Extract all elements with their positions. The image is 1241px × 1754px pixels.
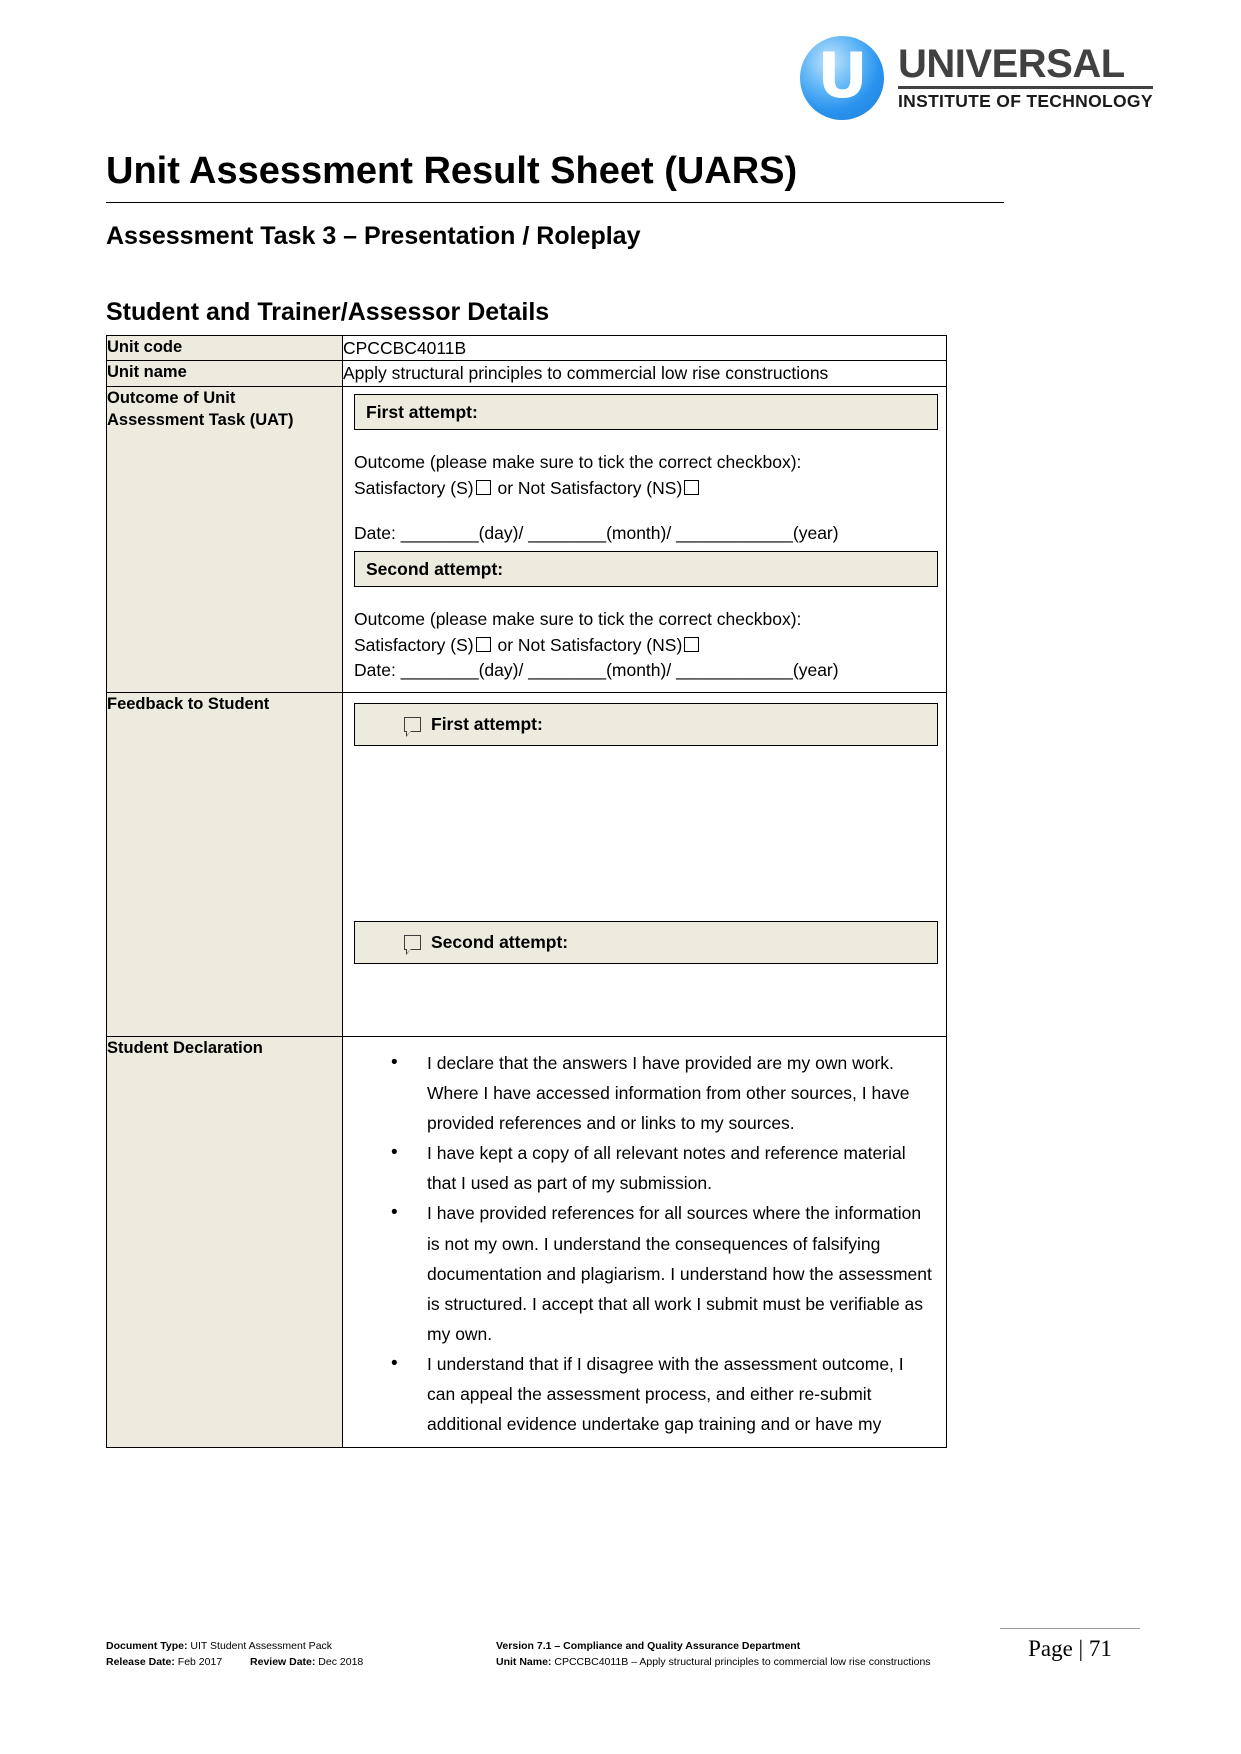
- feedback-second-attempt-label: Second attempt:: [431, 932, 569, 953]
- outcome-instruction-first: Outcome (please make sure to tick the co…: [354, 452, 802, 473]
- outcome-date-row-first: Date: ________(day)/ ________(month)/ __…: [343, 521, 946, 546]
- feedback-first-attempt-input[interactable]: [343, 746, 946, 911]
- list-item: I understand that if I disagree with the…: [391, 1348, 932, 1439]
- outcome-checkbox-row-first: Satisfactory (S) or Not Satisfactory (NS…: [343, 476, 946, 501]
- outcome-instruction-second: Outcome (please make sure to tick the co…: [354, 609, 802, 630]
- footer-release-date-value: Feb 2017: [177, 1656, 223, 1669]
- feedback-second-attempt-bar: Second attempt:: [354, 921, 938, 964]
- footer-review-date-label: Review Date:: [250, 1656, 316, 1669]
- page-footer: Document Type: UIT Student Assessment Pa…: [106, 1638, 1138, 1671]
- page-title: Unit Assessment Result Sheet (UARS): [106, 0, 1004, 203]
- footer-version: Version 7.1 – Compliance and Quality Ass…: [496, 1638, 1016, 1654]
- date-label: Date:: [354, 660, 396, 681]
- page-subtitle: Assessment Task 3 – Presentation / Rolep…: [106, 221, 641, 250]
- unit-code-label: Unit code: [106, 334, 343, 362]
- comment-bubble-icon: [404, 935, 421, 956]
- feedback-label: Feedback to Student: [106, 692, 343, 1037]
- footer-unit-name: Unit Name: CPCCBC4011B – Apply structura…: [496, 1654, 1016, 1670]
- unit-name-value: Apply structural principles to commercia…: [342, 360, 947, 387]
- footer-unit-name-label: Unit Name:: [496, 1656, 552, 1669]
- date-month-blank[interactable]: ________: [528, 660, 606, 680]
- list-item: I have kept a copy of all relevant notes…: [391, 1137, 932, 1198]
- footer-dates: Release Date: Feb 2017 Review Date: Dec …: [106, 1654, 496, 1670]
- date-year-label: (year): [792, 523, 839, 544]
- date-year-blank[interactable]: ____________: [676, 660, 793, 680]
- unit-name-label: Unit name: [106, 360, 343, 387]
- not-satisfactory-label: or Not Satisfactory (NS): [497, 634, 683, 655]
- outcome-label-line2: Assessment Task (UAT): [107, 410, 294, 429]
- footer-document-type-value: UIT Student Assessment Pack: [190, 1640, 333, 1652]
- student-declaration-label: Student Declaration: [106, 1035, 343, 1449]
- outcome-cell: First attempt: Outcome (please make sure…: [342, 385, 947, 694]
- unit-code-value: CPCCBC4011B: [342, 334, 947, 362]
- not-satisfactory-checkbox[interactable]: [684, 636, 700, 652]
- date-day-label: (day)/: [478, 660, 524, 681]
- satisfactory-checkbox[interactable]: [475, 479, 491, 495]
- student-declaration-cell: I declare that the answers I have provid…: [342, 1035, 947, 1449]
- not-satisfactory-checkbox[interactable]: [684, 479, 700, 495]
- satisfactory-label: Satisfactory (S): [354, 634, 474, 655]
- footer-document-type-label: Document Type:: [106, 1640, 188, 1652]
- outcome-date-row-second: Date: ________(day)/ ________(month)/ __…: [343, 658, 946, 692]
- outcome-label: Outcome of Unit Assessment Task (UAT): [106, 385, 343, 694]
- date-day-blank[interactable]: ________: [401, 660, 479, 680]
- table-row: Unit code CPCCBC4011B: [106, 334, 947, 362]
- outcome-first-attempt-bar: First attempt:: [354, 393, 938, 431]
- date-month-blank[interactable]: ________: [528, 523, 606, 543]
- declaration-list: I declare that the answers I have provid…: [343, 1037, 946, 1447]
- outcome-second-attempt-bar: Second attempt:: [354, 550, 938, 588]
- uars-table: Unit code CPCCBC4011B Unit name Apply st…: [106, 334, 947, 1449]
- date-label: Date:: [354, 523, 396, 544]
- table-row: Student Declaration I declare that the a…: [106, 1035, 947, 1449]
- footer-center-column: Version 7.1 – Compliance and Quality Ass…: [496, 1638, 1016, 1671]
- date-day-blank[interactable]: ________: [401, 523, 479, 543]
- date-year-label: (year): [792, 660, 839, 681]
- satisfactory-label: Satisfactory (S): [354, 477, 474, 498]
- feedback-first-attempt-label: First attempt:: [431, 714, 543, 735]
- date-month-label: (month)/: [606, 523, 672, 544]
- list-item: I have provided references for all sourc…: [391, 1197, 932, 1348]
- table-row: Outcome of Unit Assessment Task (UAT) Fi…: [106, 385, 947, 694]
- not-satisfactory-label: or Not Satisfactory (NS): [497, 477, 683, 498]
- feedback-cell: First attempt: Second attempt:: [342, 692, 947, 1037]
- table-row: Feedback to Student First attempt: Secon…: [106, 692, 947, 1037]
- footer-unit-name-value: CPCCBC4011B – Apply structural principle…: [554, 1656, 931, 1669]
- satisfactory-checkbox[interactable]: [475, 636, 491, 652]
- table-row: Unit name Apply structural principles to…: [106, 360, 947, 387]
- footer-left-column: Document Type: UIT Student Assessment Pa…: [106, 1638, 496, 1671]
- section-heading: Student and Trainer/Assessor Details: [106, 297, 550, 326]
- comment-bubble-icon: [404, 717, 421, 738]
- footer-version-text: Version 7.1 – Compliance and Quality Ass…: [496, 1640, 801, 1652]
- footer-release-date-label: Release Date:: [106, 1656, 175, 1669]
- date-month-label: (month)/: [606, 660, 672, 681]
- feedback-second-attempt-input[interactable]: [343, 964, 946, 1036]
- page-number: Page | 71: [1000, 1628, 1140, 1663]
- date-day-label: (day)/: [478, 523, 524, 544]
- outcome-checkbox-row-second: Satisfactory (S) or Not Satisfactory (NS…: [343, 633, 946, 658]
- list-item: I declare that the answers I have provid…: [391, 1047, 932, 1138]
- document-page: U UNIVERSAL INSTITUTE OF TECHNOLOGY Unit…: [0, 0, 1241, 1754]
- feedback-first-attempt-bar: First attempt:: [354, 703, 938, 747]
- document-body: Unit Assessment Result Sheet (UARS) Asse…: [106, 0, 1116, 1449]
- outcome-label-line1: Outcome of Unit: [107, 388, 236, 407]
- footer-document-type: Document Type: UIT Student Assessment Pa…: [106, 1638, 496, 1654]
- footer-review-date-value: Dec 2018: [318, 1656, 364, 1669]
- date-year-blank[interactable]: ____________: [676, 523, 793, 543]
